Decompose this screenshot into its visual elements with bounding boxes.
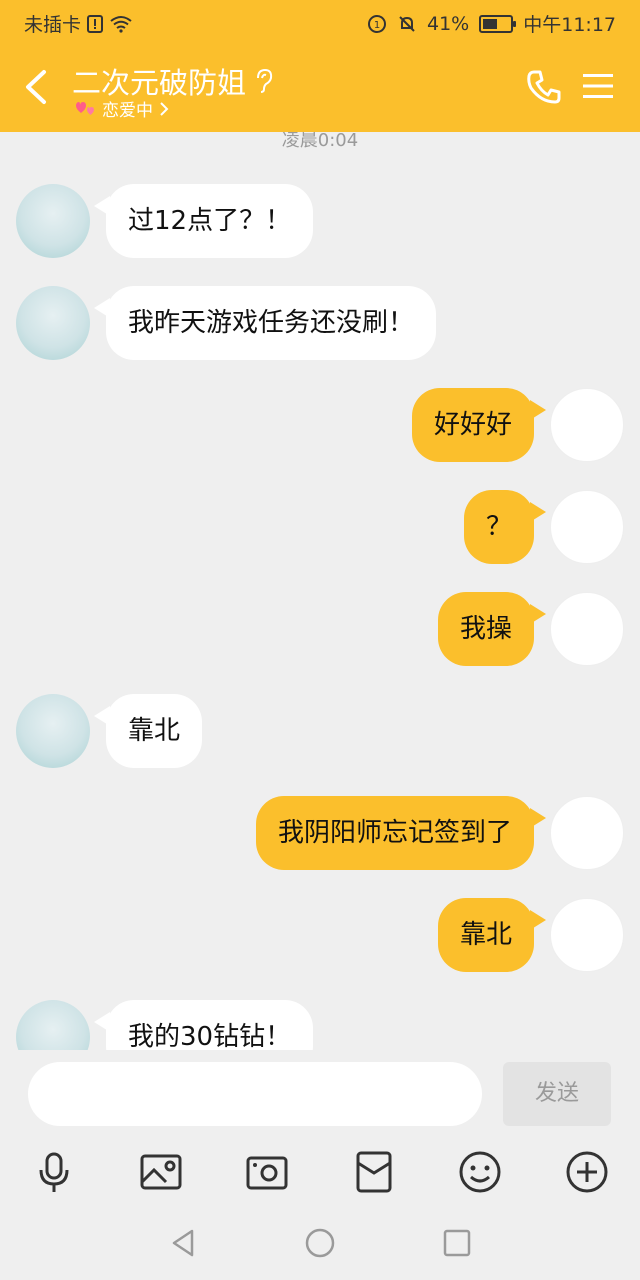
phone-icon: [527, 70, 561, 104]
chat-toolbar: [0, 1138, 640, 1208]
circle-home-icon: [305, 1228, 335, 1258]
title-bar: 二次元破防姐 恋爱中: [0, 44, 640, 132]
red-packet-button[interactable]: [350, 1148, 398, 1196]
menu-button[interactable]: [583, 72, 613, 100]
message-row: ？: [0, 490, 640, 566]
message-input[interactable]: [28, 1062, 482, 1126]
mute-bell-icon: [399, 15, 415, 32]
camera-button[interactable]: [243, 1148, 291, 1196]
camera-icon: [246, 1156, 288, 1190]
carrier-label: 未插卡: [24, 14, 82, 36]
my-avatar[interactable]: [550, 592, 624, 666]
message-row: 靠北: [0, 898, 640, 974]
message-row: 好好好: [0, 388, 640, 464]
chevron-right-icon: [160, 101, 169, 116]
menu-icon: [583, 74, 613, 98]
message-bubble[interactable]: 我的30钻钻！: [93, 1000, 314, 1050]
contact-avatar[interactable]: [16, 1000, 90, 1050]
battery-percent: 41%: [427, 12, 470, 35]
my-avatar[interactable]: [550, 388, 624, 462]
status-bar: 未插卡 1 41% 中午11:17: [0, 0, 640, 44]
red-packet-icon: [356, 1151, 392, 1193]
message-bubble[interactable]: 过12点了？！: [93, 184, 314, 258]
message-bubble[interactable]: 我操: [437, 592, 547, 666]
message-bubble[interactable]: 好好好: [411, 388, 547, 462]
message-list[interactable]: 凌晨0:04 过12点了？！ 我昨天游戏任务还没刷！ 好好好 ？ 我操 靠北 我…: [0, 132, 640, 1050]
message-row: 我的30钻钻！: [0, 1000, 640, 1050]
my-avatar[interactable]: [550, 898, 624, 972]
photo-button[interactable]: [137, 1148, 185, 1196]
send-button[interactable]: 发送: [503, 1062, 611, 1126]
emoji-icon: [459, 1151, 501, 1193]
message-bubble[interactable]: 我昨天游戏任务还没刷！: [93, 286, 437, 360]
clock: 中午11:17: [523, 14, 616, 36]
message-row: 过12点了？！: [0, 184, 640, 260]
message-bubble[interactable]: 靠北: [437, 898, 547, 972]
nav-home-button[interactable]: [303, 1226, 337, 1260]
back-button[interactable]: [18, 64, 58, 110]
emoji-button[interactable]: [456, 1148, 504, 1196]
hearts-icon: [76, 101, 94, 115]
message-timestamp: 凌晨0:04: [281, 132, 359, 151]
sim-warning-icon: [87, 14, 104, 33]
relationship-status-text: 恋爱中: [102, 101, 153, 121]
system-nav-bar: [0, 1208, 640, 1280]
message-row: 我昨天游戏任务还没刷！: [0, 286, 640, 362]
more-button[interactable]: [563, 1148, 611, 1196]
chat-header: 未插卡 1 41% 中午11:17 二次元破防姐 恋爱中: [0, 0, 640, 132]
chevron-left-icon: [26, 70, 46, 104]
message-row: 我阴阳师忘记签到了: [0, 796, 640, 872]
message-bubble[interactable]: 我阴阳师忘记签到了: [255, 796, 547, 870]
plus-icon: [566, 1151, 608, 1193]
wifi-icon: [110, 15, 132, 33]
contact-avatar[interactable]: [16, 184, 90, 258]
relationship-status[interactable]: 恋爱中: [74, 96, 169, 121]
square-recents-icon: [443, 1229, 471, 1257]
input-bar: 发送: [0, 1050, 640, 1138]
data-saver-icon: 1: [368, 14, 386, 33]
voice-button[interactable]: [30, 1148, 78, 1196]
call-button[interactable]: [525, 68, 563, 106]
contact-avatar[interactable]: [16, 286, 90, 360]
nav-back-button[interactable]: [166, 1226, 200, 1260]
svg-text:1: 1: [374, 20, 380, 31]
message-row: 我操: [0, 592, 640, 668]
contact-avatar[interactable]: [16, 694, 90, 768]
image-icon: [140, 1154, 182, 1190]
message-bubble[interactable]: ？: [463, 490, 547, 564]
battery-icon: [479, 14, 517, 33]
nav-recents-button[interactable]: [440, 1226, 474, 1260]
microphone-icon: [39, 1152, 69, 1192]
message-bubble[interactable]: 靠北: [93, 694, 203, 768]
ear-icon: [257, 68, 273, 93]
triangle-back-icon: [172, 1229, 194, 1257]
my-avatar[interactable]: [550, 796, 624, 870]
my-avatar[interactable]: [550, 490, 624, 564]
message-row: 靠北: [0, 694, 640, 770]
